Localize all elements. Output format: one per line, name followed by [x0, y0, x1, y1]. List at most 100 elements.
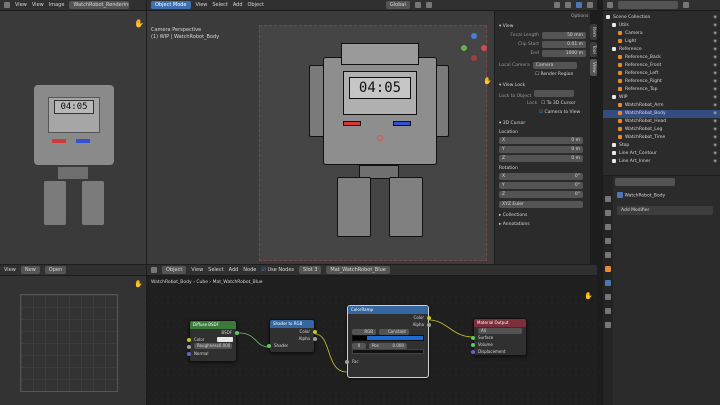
shader-to-rgb-node[interactable]: Shader to RGB Color Alpha Shader	[267, 319, 317, 353]
visibility-eye-icon[interactable]: ◉	[713, 134, 717, 142]
visibility-eye-icon[interactable]: ◉	[713, 126, 717, 134]
outliner-item[interactable]: Camera ◉	[603, 30, 720, 38]
visibility-eye-icon[interactable]: ◉	[713, 30, 717, 38]
object-mode-dropdown[interactable]: Object Mode	[151, 1, 191, 9]
focal-length-field[interactable]: 50 mm	[542, 32, 586, 39]
outliner-type-icon[interactable]	[607, 2, 613, 8]
editor-type-icon[interactable]	[4, 2, 10, 8]
clip-end-field[interactable]: 1000 m	[542, 50, 586, 57]
overlay-icon[interactable]	[554, 2, 560, 8]
viewport-canvas[interactable]: Camera Perspective (1) WIP | WatchRobot_…	[147, 11, 494, 264]
outliner-item[interactable]: WatchRobot_Time ◉	[603, 134, 720, 142]
tab-tool[interactable]: Tool	[590, 42, 597, 57]
visibility-eye-icon[interactable]: ◉	[713, 62, 717, 70]
loc-z-field[interactable]: Z0 m	[499, 155, 586, 164]
view-panel-header[interactable]: ▾ View	[499, 22, 586, 31]
add-modifier-button[interactable]: Add Modifier	[617, 206, 713, 215]
new-image-button[interactable]: New	[20, 266, 40, 274]
euler-dropdown[interactable]: XYZ Euler	[499, 200, 586, 209]
outliner-item[interactable]: Reference_Top ◉	[603, 86, 720, 94]
particles-tab-icon[interactable]	[605, 294, 611, 300]
local-camera-field[interactable]: Camera	[532, 62, 577, 69]
uv-hand-icon[interactable]: ✋	[134, 280, 143, 288]
visibility-eye-icon[interactable]: ◉	[713, 86, 717, 94]
uv-editor-canvas[interactable]: ✋	[0, 276, 146, 405]
viewport-view-menu[interactable]: View	[196, 2, 208, 8]
ramp-interp-dropdown[interactable]: Constant	[379, 328, 409, 335]
visibility-eye-icon[interactable]: ◉	[713, 38, 717, 46]
outliner-item[interactable]: WIP ◉	[603, 94, 720, 102]
node-node-menu[interactable]: Node	[243, 267, 256, 273]
output-tab-icon[interactable]	[605, 224, 611, 230]
rot-z-field[interactable]: Z 0°	[499, 191, 586, 200]
viewport-object-menu[interactable]: Object	[248, 2, 264, 8]
colorramp-node[interactable]: ColorRamp Color Alpha RGB Constant 0 Pos…	[345, 305, 431, 378]
outliner-item[interactable]: Utils ◉	[603, 22, 720, 30]
snap-icon[interactable]	[414, 2, 421, 8]
color-ramp-bar[interactable]	[352, 335, 424, 341]
node-editor-canvas[interactable]: WatchRobot_Body › Cube › Mat_WatchRobot_…	[147, 276, 597, 405]
node-object-dropdown[interactable]: Object	[162, 266, 187, 274]
ramp-pos-field[interactable]: Pos 0.000	[369, 342, 407, 349]
node-add-menu[interactable]: Add	[229, 267, 239, 273]
render-region-row[interactable]: ☐ Render Region	[499, 70, 586, 79]
viewport-select-menu[interactable]: Select	[212, 2, 227, 8]
shading-material-icon[interactable]	[587, 2, 593, 8]
outliner-item[interactable]: WatchRobot_Head ◉	[603, 118, 720, 126]
visibility-eye-icon[interactable]: ◉	[713, 22, 717, 30]
view-lock-header[interactable]: ▾ View Lock	[499, 81, 586, 90]
outliner-item[interactable]: WatchRobot_Arm ◉	[603, 102, 720, 110]
node-view-menu[interactable]: View	[191, 267, 203, 273]
node-editor-type-icon[interactable]	[151, 267, 157, 273]
node-select-menu[interactable]: Select	[208, 267, 223, 273]
object-tab-icon[interactable]	[605, 266, 611, 272]
outliner-item[interactable]: Reference_Left ◉	[603, 70, 720, 78]
loc-y-field[interactable]: Y0 m	[499, 146, 586, 155]
viewport-add-menu[interactable]: Add	[233, 2, 243, 8]
visibility-eye-icon[interactable]: ◉	[713, 150, 717, 158]
orientation-dropdown[interactable]: Global	[385, 1, 410, 9]
outliner-search-input[interactable]	[618, 1, 678, 9]
image-name-field[interactable]: WatchRobot_Rendering_01.png	[69, 1, 130, 9]
visibility-eye-icon[interactable]: ◉	[713, 14, 717, 22]
visibility-eye-icon[interactable]: ◉	[713, 142, 717, 150]
visibility-eye-icon[interactable]: ◉	[713, 110, 717, 118]
lock-row[interactable]: Lock ☐ To 3D Cursor	[499, 99, 586, 108]
outliner-item[interactable]: Reference ◉	[603, 46, 720, 54]
outliner-item[interactable]: Reference_Right ◉	[603, 78, 720, 86]
ramp-index-field[interactable]: 0	[352, 342, 366, 349]
outliner-item[interactable]: WatchRobot_Body ◉	[603, 110, 720, 118]
xray-icon[interactable]	[565, 2, 571, 8]
visibility-eye-icon[interactable]: ◉	[713, 94, 717, 102]
diffuse-bsdf-node[interactable]: Diffuse BSDF BSDF Color Roughness 0.000 N…	[187, 320, 239, 362]
outliner-item[interactable]: Reference_Front ◉	[603, 62, 720, 70]
open-image-button[interactable]: Open	[44, 266, 67, 274]
proportional-edit-icon[interactable]	[425, 2, 432, 8]
collections-panel-header[interactable]: ▸ Collections	[499, 211, 586, 220]
visibility-eye-icon[interactable]: ◉	[713, 102, 717, 110]
shading-solid-icon[interactable]	[576, 2, 582, 8]
outliner-item[interactable]: Stop ◉	[603, 142, 720, 150]
visibility-eye-icon[interactable]: ◉	[713, 46, 717, 54]
clip-start-field[interactable]: 0.01 m	[542, 41, 586, 48]
visibility-eye-icon[interactable]: ◉	[713, 78, 717, 86]
tool-tab-icon[interactable]	[605, 196, 611, 202]
loc-x-field[interactable]: X0 m	[499, 137, 586, 146]
outliner-item[interactable]: WatchRobot_Leg ◉	[603, 126, 720, 134]
render-tab-icon[interactable]	[605, 210, 611, 216]
annotations-panel-header[interactable]: ▸ Annotations	[499, 220, 586, 229]
tab-view[interactable]: View	[590, 59, 597, 76]
visibility-eye-icon[interactable]: ◉	[713, 70, 717, 78]
use-nodes-checkbox[interactable]: ☑ Use Nodes	[261, 267, 294, 273]
robot-model[interactable]: 04:05	[309, 39, 449, 239]
scene-tab-icon[interactable]	[605, 238, 611, 244]
navigation-gizmo[interactable]	[459, 33, 489, 63]
properties-search-input[interactable]	[615, 178, 675, 186]
ramp-mode-dropdown[interactable]: RGB	[352, 328, 376, 335]
image-menu[interactable]: Image	[49, 2, 65, 8]
visibility-eye-icon[interactable]: ◉	[713, 158, 717, 166]
tab-item[interactable]: Item	[590, 24, 597, 41]
options-button[interactable]: Options	[571, 14, 588, 19]
outliner-item[interactable]: Line Art_Inner ◉	[603, 158, 720, 166]
rot-x-field[interactable]: X 0°	[499, 173, 586, 182]
